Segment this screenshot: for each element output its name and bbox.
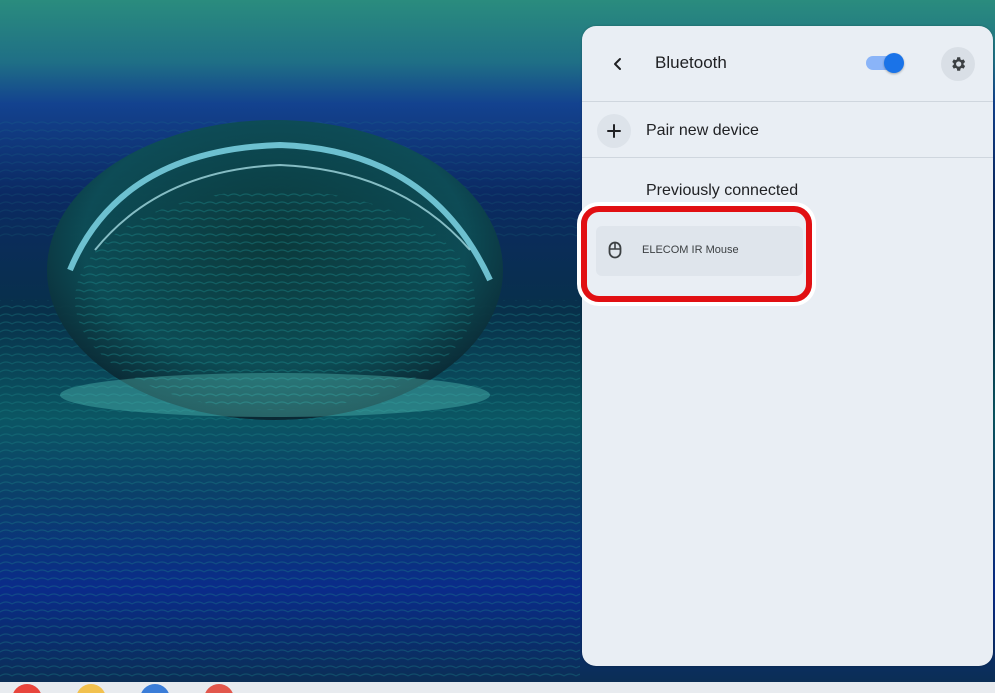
pair-new-device-label: Pair new device: [646, 122, 759, 139]
shelf-app-icon[interactable]: [204, 684, 234, 693]
shelf-app-icon[interactable]: [140, 684, 170, 693]
plus-icon: [607, 124, 621, 138]
bluetooth-toggle[interactable]: [866, 53, 904, 73]
bluetooth-panel: Bluetooth Pair new device Previously con…: [582, 26, 993, 666]
shelf: [0, 682, 995, 693]
pair-divider: [582, 157, 993, 158]
plus-icon-container: [597, 114, 631, 148]
back-button[interactable]: [604, 50, 632, 78]
bluetooth-settings-button[interactable]: [941, 47, 975, 81]
gear-icon: [952, 57, 966, 71]
previously-connected-heading: Previously connected: [646, 182, 799, 199]
shelf-app-icon[interactable]: [76, 684, 106, 693]
chevron-left-icon: [614, 58, 621, 70]
annotation-highlight-box: [581, 206, 812, 302]
panel-header: Bluetooth: [582, 26, 993, 100]
panel-title: Bluetooth: [655, 53, 727, 72]
toggle-knob: [884, 53, 904, 73]
pair-new-device-row[interactable]: Pair new device: [582, 102, 993, 156]
shelf-app-icon[interactable]: [12, 684, 42, 693]
